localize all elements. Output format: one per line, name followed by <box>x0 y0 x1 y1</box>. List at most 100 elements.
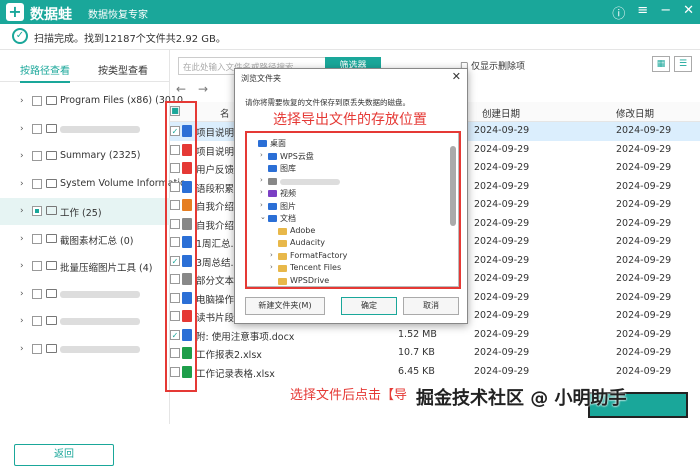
file-size: 10.7 KB <box>398 347 435 358</box>
file-name: 工作报表2.xlsx <box>196 350 262 361</box>
blurred-label <box>60 125 140 133</box>
minimize-icon[interactable]: − <box>660 3 671 22</box>
tree-checkbox[interactable] <box>32 343 42 354</box>
created-date: 2024-09-29 <box>474 347 530 358</box>
tree-checkbox[interactable] <box>32 123 42 134</box>
view-tabs: 按路径查看 按类型查看 <box>0 58 170 83</box>
tree-item[interactable]: › 批量压缩图片工具 (4) <box>0 253 170 280</box>
tab-by-path[interactable]: 按路径查看 <box>20 62 70 83</box>
modified-date: 2024-09-29 <box>616 254 672 266</box>
expand-arrow-icon[interactable]: › <box>20 179 24 189</box>
expand-arrow-icon[interactable]: › <box>20 261 24 271</box>
browse-folder-dialog: 浏览文件夹 ✕ 请你将需要恢复的文件保存到原丢失数据的磁盘。 选择导出文件的存放… <box>234 68 468 324</box>
blurred-label <box>60 318 140 325</box>
bottom-annotation: 选择文件后点击【导 <box>290 388 408 403</box>
dialog-close-icon[interactable]: ✕ <box>452 70 461 83</box>
column-modified[interactable]: 修改日期 <box>616 106 654 120</box>
created-date: 2024-09-29 <box>474 291 530 303</box>
modified-date: 2024-09-29 <box>616 365 672 377</box>
folder-icon <box>46 123 57 133</box>
modified-date: 2024-09-29 <box>616 291 672 303</box>
tree-item[interactable]: › 截图素材汇总 (0) <box>0 226 170 253</box>
file-size: 1.52 MB <box>398 328 437 340</box>
menu-icon[interactable]: ≡ <box>637 3 648 22</box>
column-name[interactable]: 名 <box>220 106 230 120</box>
tree-checkbox[interactable] <box>32 151 42 161</box>
file-name: 附: 使用注意事项.docx <box>196 331 295 343</box>
modified-date: 2024-09-29 <box>616 236 672 247</box>
file-name: 工作记录表格.xlsx <box>196 368 275 380</box>
column-created[interactable]: 创建日期 <box>482 106 520 120</box>
folder-icon <box>46 316 57 325</box>
tree-item[interactable]: › Summary (2325) <box>0 143 170 170</box>
view-mode-toggle: ▦ ☰ <box>652 56 692 72</box>
modified-date: 2024-09-29 <box>616 347 672 358</box>
dialog-message: 请你将需要恢复的文件保存到原丢失数据的磁盘。 <box>245 98 410 107</box>
grid-view-icon[interactable]: ▦ <box>652 56 670 72</box>
tree-item[interactable]: › <box>0 281 170 308</box>
table-row[interactable]: 工作报表2.xlsx 10.7 KB 2024-09-29 2024-09-29 <box>170 344 700 363</box>
expand-arrow-icon[interactable]: › <box>20 289 24 299</box>
back-button[interactable]: 返回 <box>14 444 114 466</box>
ok-button[interactable]: 确定 <box>341 297 397 315</box>
expand-arrow-icon[interactable]: › <box>20 234 24 244</box>
new-folder-button[interactable]: 新建文件夹(M) <box>245 297 325 315</box>
close-icon[interactable]: ✕ <box>683 3 694 22</box>
expand-arrow-icon[interactable]: › <box>20 151 24 161</box>
help-icon[interactable]: ⓘ <box>612 3 625 22</box>
dialog-tree-highlight <box>245 131 461 289</box>
left-panel: 按路径查看 按类型查看 › Program Files (x86) (3010 › ›… <box>0 50 186 466</box>
created-date: 2024-09-29 <box>474 125 530 136</box>
back-arrow-icon[interactable]: ← <box>176 82 186 96</box>
window-controls: ⓘ ≡ − ✕ <box>612 3 694 22</box>
file-size: 6.45 KB <box>398 365 435 377</box>
tree-item[interactable]: › System Volume Informatio <box>0 171 186 198</box>
tree-item[interactable]: › <box>0 308 170 335</box>
tree-checkbox[interactable] <box>32 316 42 326</box>
tree-checkbox[interactable] <box>32 96 42 106</box>
modified-date: 2024-09-29 <box>616 217 672 229</box>
expand-arrow-icon[interactable]: › <box>20 344 24 354</box>
tree-checkbox[interactable] <box>32 261 42 271</box>
created-date: 2024-09-29 <box>474 328 530 340</box>
expand-arrow-icon[interactable]: › <box>20 316 24 326</box>
list-view-icon[interactable]: ☰ <box>674 56 692 72</box>
created-date: 2024-09-29 <box>474 143 530 155</box>
folder-icon <box>46 206 57 215</box>
forward-arrow-icon[interactable]: → <box>198 82 208 96</box>
tree-item-label: Summary (2325) <box>60 150 141 161</box>
title-bar: + 数据蛙 数据恢复专家 ⓘ ≡ − ✕ <box>0 0 700 24</box>
created-date: 2024-09-29 <box>474 180 530 192</box>
table-row[interactable]: ✓ 附: 使用注意事项.docx 1.52 MB 2024-09-29 2024-09-… <box>170 326 700 345</box>
modified-date: 2024-09-29 <box>616 199 672 210</box>
folder-icon <box>46 151 57 160</box>
checkbox-column-highlight <box>165 101 197 392</box>
tree-item[interactable]: › <box>0 336 170 363</box>
created-date: 2024-09-29 <box>474 310 530 321</box>
tree-item-label: 截图素材汇总 (0) <box>60 235 134 247</box>
folder-icon <box>46 178 57 188</box>
tree-item[interactable]: › Program Files (x86) (3010 <box>0 88 183 115</box>
tree-checkbox[interactable] <box>32 288 42 299</box>
tree-checkbox[interactable] <box>32 178 42 189</box>
tree-item[interactable]: › <box>0 116 170 143</box>
tree-checkbox[interactable] <box>32 206 42 216</box>
tree-checkbox[interactable] <box>32 233 42 244</box>
cancel-button[interactable]: 取消 <box>403 297 459 315</box>
check-circle-icon: ✓ <box>12 28 28 44</box>
folder-icon <box>46 233 57 243</box>
tree-item[interactable]: › 工作 (25) <box>0 198 170 225</box>
modified-date: 2024-09-29 <box>616 273 672 284</box>
created-date: 2024-09-29 <box>474 217 530 229</box>
expand-arrow-icon[interactable]: › <box>20 96 24 106</box>
tab-by-type[interactable]: 按类型查看 <box>98 62 148 77</box>
expand-arrow-icon[interactable]: › <box>20 124 24 134</box>
table-row[interactable]: 工作记录表格.xlsx 6.45 KB 2024-09-29 2024-09-29 <box>170 363 700 382</box>
show-deleted-only-checkbox[interactable]: ☐ 仅显示删除项 <box>460 59 525 72</box>
dialog-title: 浏览文件夹 <box>241 74 281 83</box>
tree-item-label: 批量压缩图片工具 (4) <box>60 263 153 274</box>
created-date: 2024-09-29 <box>474 273 530 284</box>
scan-status-text: 扫描完成。找到12187个文件共2.92 GB。 <box>34 34 226 45</box>
modified-date: 2024-09-29 <box>616 125 672 136</box>
expand-arrow-icon[interactable]: › <box>20 206 24 216</box>
